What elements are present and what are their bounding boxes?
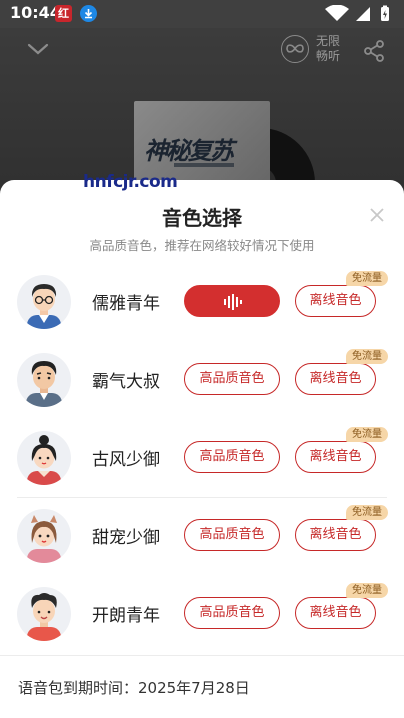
chevron-down-icon[interactable] [26,40,50,58]
unlimited-label: 无限 畅听 [316,34,356,64]
free-data-badge: 免流量 [346,583,388,598]
infinity-icon [281,35,309,63]
unlimited-line-1: 无限 [316,34,341,48]
free-data-badge: 免流量 [346,505,388,520]
offline-voice-button[interactable]: 离线音色 [295,285,376,317]
voice-pack-expiry: 语音包到期时间：2025年7月28日 [18,679,250,697]
status-time: 10:44 [10,3,61,22]
free-data-badge: 免流量 [346,427,388,442]
free-data-badge: 免流量 [346,349,388,364]
status-icons [325,5,389,21]
hq-voice-button[interactable]: 高品质音色 [184,597,280,629]
voice-name: 霸气大叔 [92,372,160,392]
voice-row: 霸气大叔 高品质音色 离线音色 免流量 [0,345,404,423]
voice-selection-sheet: 音色选择 高品质音色，推荐在网络较好情况下使用 儒雅青年 离线音色 免流量 霸气… [0,180,404,718]
voice-name: 开朗青年 [92,606,160,626]
watermark: hnfcjr.com [83,172,178,192]
app-notification-icon: 红 [55,5,72,22]
sheet-title: 音色选择 [162,206,242,230]
offline-voice-button[interactable]: 离线音色 [295,519,376,551]
avatar-sweet-girl [17,509,71,563]
avatar-cheerful-young-man [17,587,71,641]
sheet-subtitle: 高品质音色，推荐在网络较好情况下使用 [89,238,315,253]
free-data-badge: 免流量 [346,271,388,286]
cover-subtitle-bar [174,163,234,167]
offline-voice-button[interactable]: 离线音色 [295,441,376,473]
offline-voice-button[interactable]: 离线音色 [295,597,376,629]
voice-row: 甜宠少御 高品质音色 离线音色 免流量 [0,501,404,579]
status-bar: 10:44 红 [0,0,404,28]
divider [0,655,404,656]
hq-voice-button[interactable]: 高品质音色 [184,519,280,551]
cover-title: 神秘复苏 [144,136,234,165]
avatar-glasses-young-man [17,275,71,329]
avatar-ancient-style-woman [17,431,71,485]
voice-row: 儒雅青年 离线音色 免流量 [0,267,404,345]
download-icon [80,5,97,22]
close-icon[interactable] [368,206,386,224]
hq-voice-button[interactable]: 高品质音色 [184,441,280,473]
voice-name: 古风少御 [92,450,160,470]
divider [17,497,387,498]
sound-wave-icon [224,294,242,310]
offline-voice-button[interactable]: 离线音色 [295,363,376,395]
hq-voice-button[interactable]: 高品质音色 [184,363,280,395]
unlimited-listening-button[interactable]: 无限 畅听 [281,34,371,68]
voice-name: 甜宠少御 [92,528,160,548]
voice-row: 开朗青年 高品质音色 离线音色 免流量 [0,579,404,657]
share-icon[interactable] [363,40,385,62]
hq-voice-playing-button[interactable] [184,285,280,317]
voice-row: 古风少御 高品质音色 离线音色 免流量 [0,423,404,501]
unlimited-line-2: 畅听 [316,49,341,63]
voice-name: 儒雅青年 [92,294,160,314]
avatar-uncle [17,353,71,407]
